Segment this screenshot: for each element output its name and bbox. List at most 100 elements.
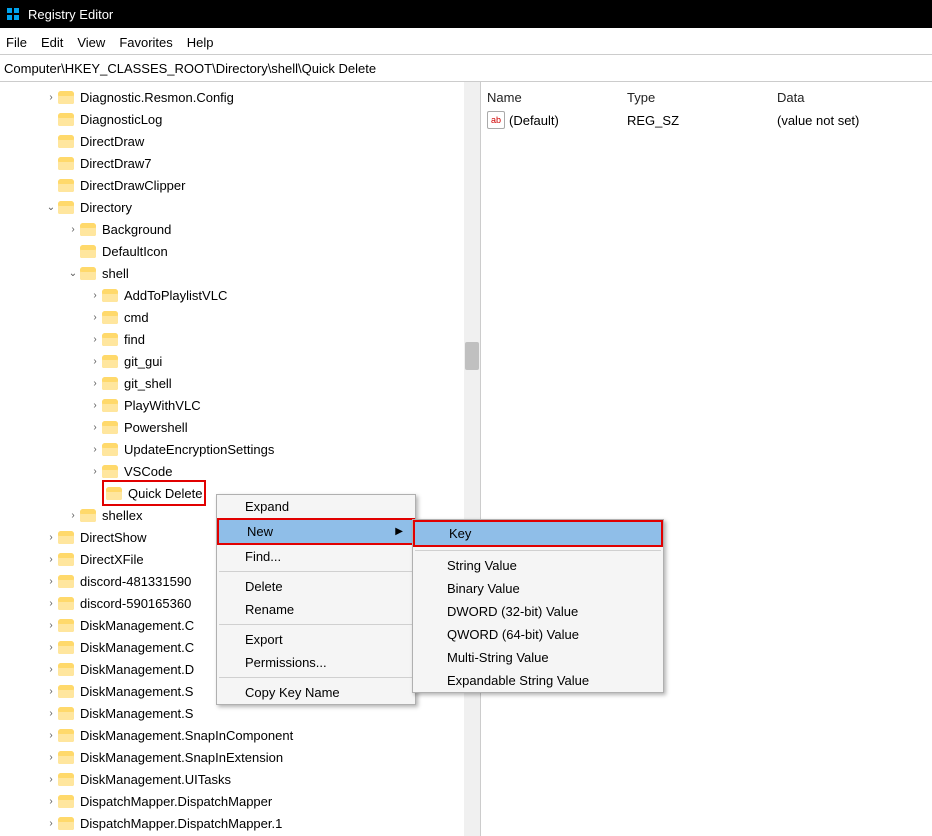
ctx-find[interactable]: Find... <box>217 545 415 568</box>
col-type[interactable]: Type <box>627 90 777 105</box>
ctx-rename[interactable]: Rename <box>217 598 415 621</box>
chevron-right-icon[interactable]: › <box>44 598 58 609</box>
menu-view[interactable]: View <box>77 35 105 50</box>
sub-string[interactable]: String Value <box>413 554 663 577</box>
ctx-expand[interactable]: Expand <box>217 495 415 518</box>
tree-item[interactable]: ⌄ Directory <box>0 196 464 218</box>
tree-item[interactable]: ›DiskManagement.SnapInComponent <box>0 724 464 746</box>
tree-item-label: Quick Delete <box>128 486 202 501</box>
chevron-down-icon[interactable]: ⌄ <box>44 202 58 213</box>
ctx-delete[interactable]: Delete <box>217 575 415 598</box>
chevron-right-icon[interactable]: › <box>88 378 102 389</box>
chevron-right-icon[interactable]: › <box>66 510 80 521</box>
tree-item[interactable]: ›Diagnostic.Resmon.Config <box>0 86 464 108</box>
chevron-right-icon[interactable]: › <box>88 312 102 323</box>
chevron-right-icon[interactable]: › <box>88 400 102 411</box>
tree-item-label: DiskManagement.S <box>80 684 193 699</box>
tree-item[interactable]: › DiskManagement.S <box>0 702 464 724</box>
chevron-right-icon[interactable]: › <box>44 818 58 829</box>
chevron-right-icon[interactable]: › <box>88 444 102 455</box>
ctx-separator <box>219 677 413 678</box>
folder-icon <box>58 179 74 192</box>
folder-icon <box>80 267 96 280</box>
menu-help[interactable]: Help <box>187 35 214 50</box>
chevron-right-icon[interactable]: › <box>44 774 58 785</box>
sub-key[interactable]: Key <box>413 520 663 547</box>
tree-item[interactable]: DefaultIcon <box>0 240 464 262</box>
folder-icon <box>58 619 74 632</box>
ctx-export[interactable]: Export <box>217 628 415 651</box>
tree-item[interactable]: DirectDraw7 <box>0 152 464 174</box>
folder-icon <box>102 421 118 434</box>
folder-icon <box>102 377 118 390</box>
chevron-right-icon[interactable]: › <box>44 620 58 631</box>
folder-icon <box>58 751 74 764</box>
tree-item[interactable]: ›DispatchMapper.DispatchMapper <box>0 790 464 812</box>
folder-icon <box>106 487 122 500</box>
sub-binary[interactable]: Binary Value <box>413 577 663 600</box>
tree-item[interactable]: ›find <box>0 328 464 350</box>
chevron-right-icon[interactable]: › <box>44 554 58 565</box>
sub-multistring[interactable]: Multi-String Value <box>413 646 663 669</box>
tree-item[interactable]: DiagnosticLog <box>0 108 464 130</box>
tree-item[interactable]: ›PlayWithVLC <box>0 394 464 416</box>
tree-item[interactable]: ›git_shell <box>0 372 464 394</box>
scroll-thumb[interactable] <box>465 342 479 370</box>
tree-item-label: Directory <box>80 200 132 215</box>
tree-item[interactable]: ›DiskManagement.SnapInExtension <box>0 746 464 768</box>
tree-item[interactable]: DirectDrawClipper <box>0 174 464 196</box>
chevron-right-icon[interactable]: › <box>66 224 80 235</box>
sub-dword[interactable]: DWORD (32-bit) Value <box>413 600 663 623</box>
tree-item[interactable]: ›Powershell <box>0 416 464 438</box>
tree-item-label: DirectDraw7 <box>80 156 152 171</box>
tree-item[interactable]: ›UpdateEncryptionSettings <box>0 438 464 460</box>
folder-icon <box>58 597 74 610</box>
chevron-right-icon[interactable]: › <box>88 466 102 477</box>
tree-item[interactable]: ›Background <box>0 218 464 240</box>
chevron-down-icon[interactable]: ⌄ <box>66 268 80 279</box>
tree-item[interactable]: ⌄shell <box>0 262 464 284</box>
folder-icon <box>58 641 74 654</box>
tree-item-label: AddToPlaylistVLC <box>124 288 227 303</box>
chevron-right-icon[interactable]: › <box>88 290 102 301</box>
tree-item[interactable]: ›cmd <box>0 306 464 328</box>
ctx-permissions[interactable]: Permissions... <box>217 651 415 674</box>
string-value-icon: ab <box>487 111 505 129</box>
value-row[interactable]: ab (Default) REG_SZ (value not set) <box>481 109 932 131</box>
chevron-right-icon[interactable]: › <box>88 356 102 367</box>
chevron-right-icon[interactable]: › <box>44 708 58 719</box>
sub-qword[interactable]: QWORD (64-bit) Value <box>413 623 663 646</box>
menu-edit[interactable]: Edit <box>41 35 63 50</box>
tree-item[interactable]: ›VSCode <box>0 460 464 482</box>
col-name[interactable]: Name <box>487 90 627 105</box>
tree-item-label: git_gui <box>124 354 162 369</box>
folder-icon <box>58 663 74 676</box>
chevron-right-icon[interactable]: › <box>44 642 58 653</box>
chevron-right-icon[interactable]: › <box>88 334 102 345</box>
tree-item[interactable]: ›DispatchMapper.DispatchMapper.1 <box>0 812 464 834</box>
tree-item-label: DiskManagement.S <box>80 706 193 721</box>
chevron-right-icon[interactable]: › <box>44 730 58 741</box>
address-bar[interactable]: Computer\HKEY_CLASSES_ROOT\Directory\she… <box>0 55 932 82</box>
chevron-right-icon[interactable]: › <box>44 92 58 103</box>
tree-item[interactable]: › git_gui <box>0 350 464 372</box>
chevron-right-icon[interactable]: › <box>44 752 58 763</box>
tree-item[interactable]: DirectDraw <box>0 130 464 152</box>
selected-key[interactable]: Quick Delete <box>102 480 206 506</box>
chevron-right-icon[interactable]: › <box>44 532 58 543</box>
tree-item-label: discord-481331590 <box>80 574 191 589</box>
menu-file[interactable]: File <box>6 35 27 50</box>
scrollbar[interactable] <box>464 82 480 836</box>
sub-expandable[interactable]: Expandable String Value <box>413 669 663 692</box>
ctx-new[interactable]: New ▶ <box>217 518 415 545</box>
col-data[interactable]: Data <box>777 90 926 105</box>
tree-item[interactable]: ›DiskManagement.UITasks <box>0 768 464 790</box>
ctx-copy-key-name[interactable]: Copy Key Name <box>217 681 415 704</box>
chevron-right-icon[interactable]: › <box>44 664 58 675</box>
chevron-right-icon[interactable]: › <box>44 796 58 807</box>
chevron-right-icon[interactable]: › <box>44 686 58 697</box>
menu-favorites[interactable]: Favorites <box>119 35 172 50</box>
tree-item[interactable]: › AddToPlaylistVLC <box>0 284 464 306</box>
chevron-right-icon[interactable]: › <box>44 576 58 587</box>
chevron-right-icon[interactable]: › <box>88 422 102 433</box>
